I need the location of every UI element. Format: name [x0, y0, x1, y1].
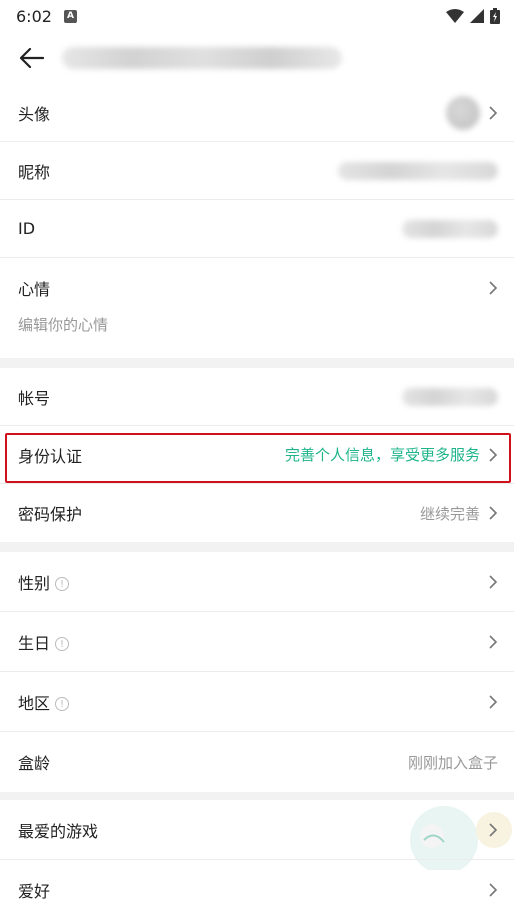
box-age-row: 盒龄 刚刚加入盒子: [0, 732, 514, 792]
nickname-label: 昵称: [18, 162, 51, 182]
region-label: 地区!: [18, 690, 70, 714]
box-age-value: 刚刚加入盒子: [407, 753, 498, 772]
status-icons: [446, 8, 500, 24]
status-time: 6:02: [16, 6, 52, 26]
mood-placeholder: 编辑你的心情: [18, 316, 109, 334]
id-label: ID: [18, 219, 36, 238]
nickname-value-redacted: [338, 161, 498, 180]
page-title-redacted: [62, 47, 342, 69]
identity-value: 完善个人信息，享受更多服务: [284, 446, 480, 464]
box-age-label: 盒龄: [18, 754, 51, 773]
favorite-games-row[interactable]: 最爱的游戏: [0, 800, 514, 860]
arrow-left-icon: [19, 47, 44, 69]
password-label: 密码保护: [18, 505, 83, 524]
hobby-label: 爱好: [18, 882, 51, 901]
chevron-right-icon: [489, 105, 498, 120]
settings-list: 头像 昵称 ID 心情 编辑你的心情 帐号 身份认证 完善个人信息，享受更多服务…: [0, 84, 514, 920]
identity-label: 身份认证: [18, 446, 83, 466]
identity-verification-row[interactable]: 身份认证 完善个人信息，享受更多服务: [0, 426, 514, 484]
password-protection-row[interactable]: 密码保护 继续完善: [0, 484, 514, 542]
wifi-icon: [446, 9, 464, 23]
chevron-right-icon: [489, 694, 498, 709]
favorite-games-label: 最爱的游戏: [18, 821, 99, 841]
chevron-right-icon: [489, 883, 498, 897]
gender-row[interactable]: 性别!: [0, 552, 514, 612]
avatar: [446, 95, 480, 130]
section-divider: [0, 358, 514, 368]
chevron-right-icon: [489, 281, 498, 295]
signal-icon: [470, 9, 484, 23]
section-divider: [0, 792, 514, 800]
birthday-label: 生日!: [18, 630, 70, 654]
preferences-section: 最爱的游戏 爱好: [0, 800, 514, 920]
mood-label: 心情: [18, 280, 51, 299]
chevron-right-icon: [489, 574, 498, 589]
region-row[interactable]: 地区!: [0, 672, 514, 732]
account-value-redacted: [402, 387, 498, 406]
top-app-bar: [0, 32, 514, 84]
password-value: 继续完善: [419, 504, 480, 523]
info-icon[interactable]: !: [55, 697, 70, 711]
info-icon[interactable]: !: [55, 577, 70, 591]
info-icon[interactable]: !: [55, 637, 70, 651]
avatar-row[interactable]: 头像: [0, 84, 514, 142]
back-button[interactable]: [0, 32, 62, 84]
chevron-right-icon: [489, 506, 498, 520]
notification-a-icon: A: [63, 9, 77, 23]
birthday-row[interactable]: 生日!: [0, 612, 514, 672]
battery-icon: [490, 8, 500, 24]
chevron-right-icon: [489, 447, 498, 462]
chevron-right-icon: [489, 634, 498, 649]
avatar-label: 头像: [18, 104, 51, 124]
status-bar: 6:02 A: [0, 0, 514, 32]
section-divider: [0, 542, 514, 552]
nickname-row[interactable]: 昵称: [0, 142, 514, 200]
hobby-row[interactable]: 爱好: [0, 860, 514, 920]
mood-row[interactable]: 心情 编辑你的心情: [0, 258, 514, 358]
id-value-redacted: [402, 219, 498, 238]
account-row: 帐号: [0, 368, 514, 426]
chevron-right-icon: [489, 822, 498, 837]
gender-label: 性别!: [18, 570, 70, 594]
account-label: 帐号: [18, 388, 51, 408]
id-row: ID: [0, 200, 514, 258]
